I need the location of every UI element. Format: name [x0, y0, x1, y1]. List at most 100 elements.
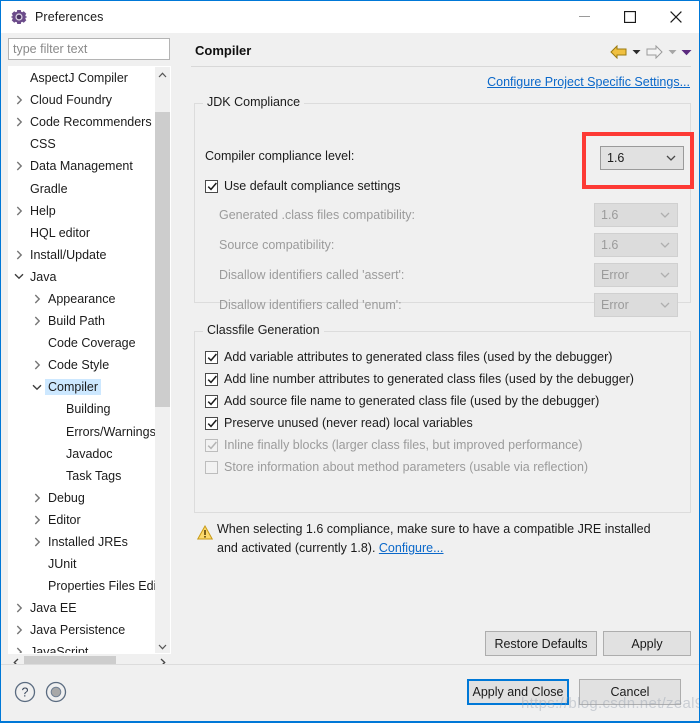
tree-vertical-scrollbar[interactable]: [155, 67, 170, 653]
apply-and-close-label: Apply and Close: [472, 685, 564, 699]
disallow-assert-label: Disallow identifiers called 'assert':: [219, 268, 405, 282]
sidebar-item-code-recommenders[interactable]: Code Recommenders: [9, 111, 157, 133]
configure-jre-link[interactable]: Configure...: [379, 541, 444, 555]
window-controls: [561, 1, 699, 32]
apply-label: Apply: [631, 636, 663, 651]
sidebar-item-installed-jres[interactable]: Installed JREs: [9, 531, 157, 553]
sidebar-item-editor[interactable]: Editor: [9, 509, 157, 531]
restore-window-icon[interactable]: [45, 681, 67, 708]
minimize-button[interactable]: [561, 1, 607, 32]
sidebar-item-label: Cloud Foundry: [30, 93, 112, 108]
dialog-body: AspectJ Compiler Cloud Foundry Code Recomm…: [1, 33, 699, 670]
help-icon[interactable]: ?: [14, 681, 36, 708]
chevron-down-icon: [660, 302, 670, 308]
sidebar-item-label: Help: [30, 203, 56, 218]
add-source-file-name-label: Add source file name to generated class …: [224, 394, 600, 408]
preserve-unused-local-variables-label: Preserve unused (never read) local varia…: [224, 416, 473, 430]
classfile-generation-legend: Classfile Generation: [203, 323, 324, 337]
sidebar-item-javadoc[interactable]: Javadoc: [9, 443, 157, 465]
chevron-right-icon[interactable]: [11, 95, 27, 105]
sidebar-item-help[interactable]: Help: [9, 200, 157, 222]
forward-arrow-icon[interactable]: [643, 41, 665, 63]
sidebar-item-debug[interactable]: Debug: [9, 487, 157, 509]
sidebar-item-aspectj-compiler[interactable]: AspectJ Compiler: [9, 67, 157, 89]
jre-warning-line-2-text: and activated (currently 1.8).: [217, 541, 379, 555]
warning-icon: [196, 524, 214, 545]
disallow-assert-value: Error: [601, 268, 629, 282]
scroll-down-icon[interactable]: [155, 639, 170, 653]
sidebar-item-building[interactable]: Building: [9, 398, 157, 420]
compiler-compliance-level-dropdown[interactable]: 1.6: [600, 146, 684, 170]
use-default-compliance-settings-checkbox[interactable]: Use default compliance settings: [205, 179, 400, 193]
sidebar-item-javascript[interactable]: JavaScript: [9, 641, 157, 653]
sidebar-item-code-coverage[interactable]: Code Coverage: [9, 332, 157, 354]
use-default-compliance-settings-label: Use default compliance settings: [224, 179, 401, 193]
chevron-right-icon[interactable]: [29, 294, 45, 304]
generated-class-files-compatibility-label: Generated .class files compatibility:: [219, 208, 415, 222]
back-history-chevron-down-icon[interactable]: [629, 41, 643, 63]
chevron-right-icon[interactable]: [11, 603, 27, 613]
sidebar-item-gradle[interactable]: Gradle: [9, 177, 157, 199]
add-variable-attributes-checkbox[interactable]: Add variable attributes to generated cla…: [205, 350, 612, 364]
filter-input[interactable]: [8, 38, 170, 60]
sidebar-item-errors-warnings[interactable]: Errors/Warnings: [9, 421, 157, 443]
maximize-button[interactable]: [607, 1, 653, 32]
sidebar-item-install-update[interactable]: Install/Update: [9, 244, 157, 266]
chevron-right-icon[interactable]: [29, 360, 45, 370]
chevron-right-icon[interactable]: [11, 161, 27, 171]
view-menu-chevron-down-icon[interactable]: [679, 41, 693, 63]
disallow-enum-value: Error: [601, 298, 629, 312]
sidebar-item-label: Properties Files Editor: [48, 579, 171, 594]
sidebar-item-data-management[interactable]: Data Management: [9, 155, 157, 177]
preferences-dialog: Preferences AspectJ Compiler Cloud Foundr…: [0, 0, 700, 723]
sidebar-item-java-ee[interactable]: Java EE: [9, 597, 157, 619]
sidebar-item-hql-editor[interactable]: HQL editor: [9, 222, 157, 244]
preserve-unused-local-variables-checkbox[interactable]: Preserve unused (never read) local varia…: [205, 416, 473, 430]
forward-history-chevron-down-icon[interactable]: [665, 41, 679, 63]
restore-defaults-button[interactable]: Restore Defaults: [485, 631, 597, 656]
chevron-right-icon[interactable]: [29, 316, 45, 326]
pane-divider[interactable]: [179, 33, 181, 664]
chevron-right-icon[interactable]: [11, 117, 27, 127]
back-arrow-icon[interactable]: [607, 41, 629, 63]
sidebar-item-appearance[interactable]: Appearance: [9, 288, 157, 310]
chevron-right-icon[interactable]: [11, 206, 27, 216]
sidebar-item-build-path[interactable]: Build Path: [9, 310, 157, 332]
sidebar-item-css[interactable]: CSS: [9, 133, 157, 155]
add-line-number-attributes-label: Add line number attributes to generated …: [224, 372, 634, 386]
chevron-right-icon[interactable]: [11, 625, 27, 635]
checkbox-unchecked-disabled-icon: [205, 460, 218, 474]
sidebar-item-cloud-foundry[interactable]: Cloud Foundry: [9, 89, 157, 111]
settings-tree[interactable]: AspectJ Compiler Cloud Foundry Code Recomm…: [8, 66, 171, 654]
sidebar-item-label: JUnit: [48, 557, 77, 572]
cancel-button[interactable]: Cancel: [579, 679, 681, 705]
sidebar-item-properties-files-editor[interactable]: Properties Files Editor: [9, 575, 170, 597]
sidebar-item-junit[interactable]: JUnit: [9, 553, 157, 575]
chevron-right-icon[interactable]: [29, 493, 45, 503]
apply-and-close-button[interactable]: Apply and Close: [467, 679, 569, 705]
chevron-down-icon[interactable]: [11, 273, 27, 280]
tree-scrollbar-thumb[interactable]: [155, 112, 170, 407]
chevron-right-icon[interactable]: [11, 250, 27, 260]
sidebar-item-java-persistence[interactable]: Java Persistence: [9, 619, 157, 641]
close-button[interactable]: [653, 1, 699, 32]
add-line-number-attributes-checkbox[interactable]: Add line number attributes to generated …: [205, 372, 634, 386]
source-compatibility-value: 1.6: [601, 238, 619, 252]
sidebar-item-compiler[interactable]: Compiler: [9, 376, 157, 398]
disallow-enum-label: Disallow identifiers called 'enum':: [219, 298, 402, 312]
restore-defaults-label: Restore Defaults: [494, 636, 588, 651]
add-source-file-name-checkbox[interactable]: Add source file name to generated class …: [205, 394, 599, 408]
scroll-up-icon[interactable]: [155, 67, 170, 83]
chevron-right-icon[interactable]: [29, 515, 45, 525]
sidebar-item-task-tags[interactable]: Task Tags: [9, 465, 157, 487]
sidebar-item-label: Code Style: [48, 358, 110, 373]
sidebar-item-java[interactable]: Java: [9, 266, 157, 288]
apply-button[interactable]: Apply: [603, 631, 691, 656]
disallow-assert-dropdown: Error: [594, 263, 678, 287]
chevron-down-icon[interactable]: [29, 384, 45, 391]
sidebar-item-code-style[interactable]: Code Style: [9, 354, 157, 376]
configure-project-specific-settings-link[interactable]: Configure Project Specific Settings...: [487, 75, 690, 89]
source-compatibility-label: Source compatibility:: [219, 238, 335, 252]
chevron-right-icon[interactable]: [29, 537, 45, 547]
sidebar-item-label: Building: [66, 402, 111, 417]
